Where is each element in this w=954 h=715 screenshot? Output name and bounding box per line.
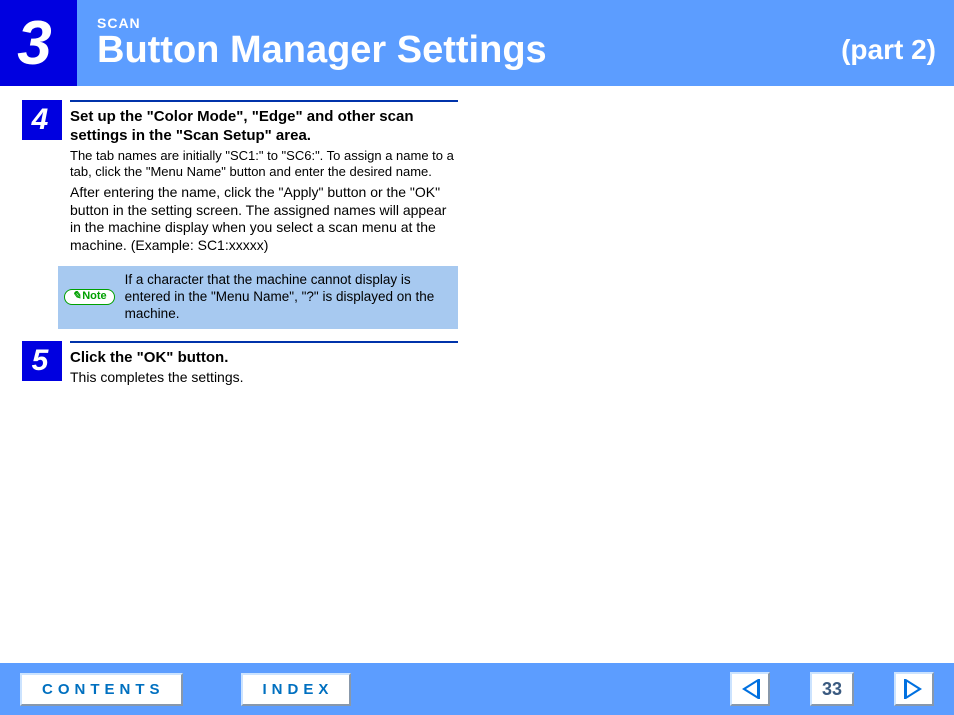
next-page-button[interactable] <box>894 672 934 706</box>
step-4: 4 Set up the "Color Mode", "Edge" and ot… <box>22 100 458 258</box>
step-title: Click the "OK" button. <box>70 349 458 368</box>
step-subtext: This completes the settings. <box>70 369 458 387</box>
note-box: ✎Note If a character that the machine ca… <box>58 266 458 329</box>
note-label: Note <box>82 290 106 304</box>
page-header: 3 SCAN Button Manager Settings (part 2) <box>0 0 954 86</box>
note-text: If a character that the machine cannot d… <box>125 272 448 323</box>
step-5: 5 Click the "OK" button. This completes … <box>22 341 458 391</box>
step-number: 4 <box>22 100 62 140</box>
content-area: 4 Set up the "Color Mode", "Edge" and ot… <box>0 86 480 409</box>
step-body: Set up the "Color Mode", "Edge" and othe… <box>70 100 458 258</box>
part-label: (part 2) <box>841 34 936 66</box>
footer-bar: CONTENTS INDEX 33 <box>0 663 954 715</box>
step-subtext: The tab names are initially "SC1:" to "S… <box>70 148 458 181</box>
header-titles: SCAN Button Manager Settings <box>97 15 954 71</box>
chapter-number: 3 <box>0 0 77 86</box>
contents-button[interactable]: CONTENTS <box>20 673 183 706</box>
step-title: Set up the "Color Mode", "Edge" and othe… <box>70 108 458 146</box>
step-number: 5 <box>22 341 62 381</box>
prev-page-button[interactable] <box>730 672 770 706</box>
step-paragraph: After entering the name, click the "Appl… <box>70 184 458 254</box>
note-pill: ✎Note <box>64 289 115 305</box>
step-body: Click the "OK" button. This completes th… <box>70 341 458 391</box>
pencil-icon: ✎ <box>72 290 81 304</box>
page-title: Button Manager Settings <box>97 31 954 71</box>
triangle-left-icon <box>742 679 758 699</box>
index-button[interactable]: INDEX <box>241 673 352 706</box>
triangle-right-icon <box>906 679 922 699</box>
page-number: 33 <box>810 672 854 706</box>
